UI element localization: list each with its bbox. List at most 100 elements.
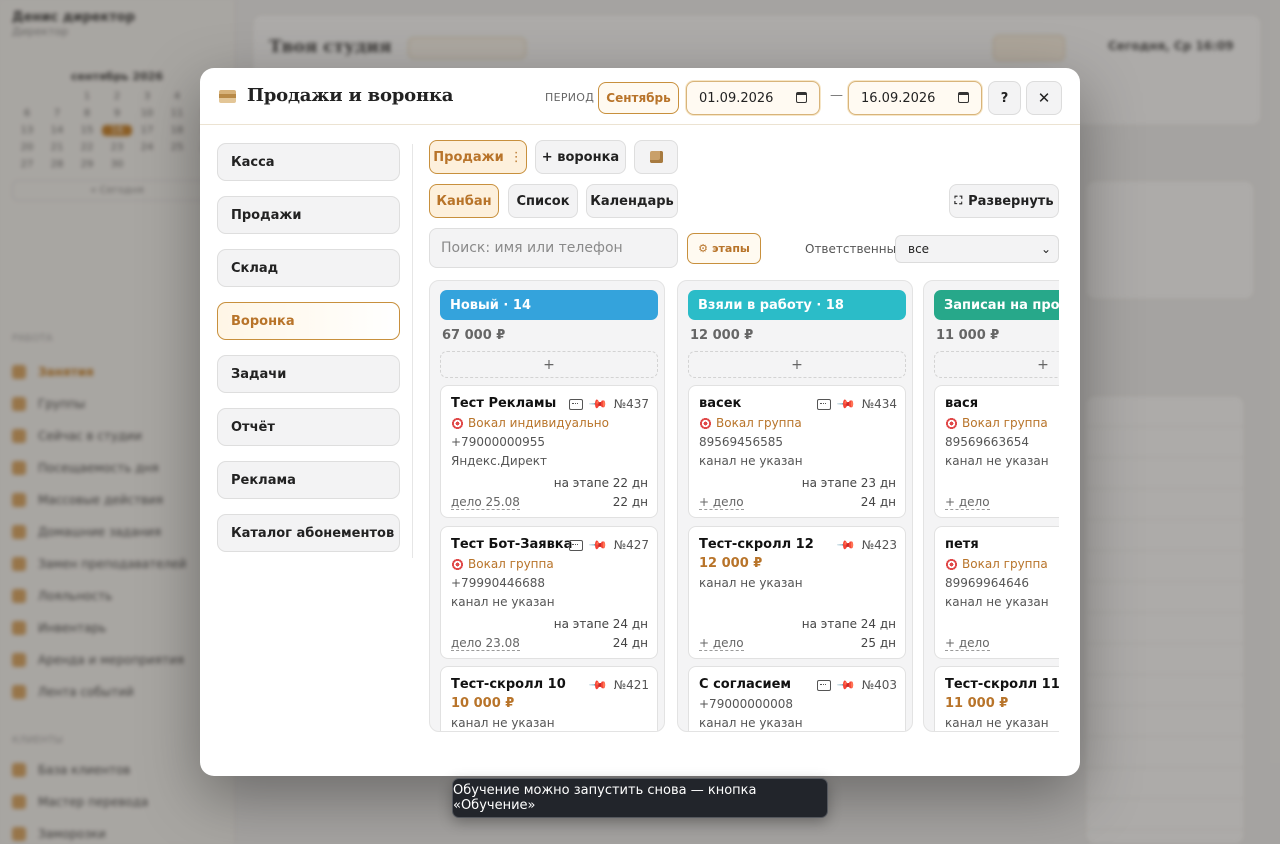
nav-item[interactable]: Склад <box>217 249 400 287</box>
expand-icon: ⛶ <box>954 194 963 207</box>
card-icons: 📌 №423 <box>836 535 897 555</box>
pin-icon[interactable]: 📌 <box>836 675 856 695</box>
nav-item[interactable]: Касса <box>217 143 400 181</box>
card-deal-link[interactable]: + дело <box>945 495 990 510</box>
card-channel: канал не указан <box>945 716 1049 730</box>
add-card-button[interactable]: + <box>688 351 906 378</box>
column-header[interactable]: Взяли в работу · 18 <box>688 290 906 320</box>
date-from-input[interactable]: 01.09.2026 <box>686 81 820 115</box>
date-from-value: 01.09.2026 <box>699 90 774 106</box>
course-label: Вокал группа <box>962 557 1048 571</box>
deal-card[interactable]: васек 📌 №434 Вокал группа 89569456585 канал н… <box>688 385 906 518</box>
card-channel: канал не указан <box>945 454 1049 468</box>
kanban-board[interactable]: Новый · 14 67 000 ₽ + Тест Рекламы 📌 №437 Вока… <box>429 280 1059 732</box>
modal-header: Продажи и воронка ПЕРИОД Сентябрь 01.09.… <box>200 68 1080 125</box>
column-header[interactable]: Записан на пробное <box>934 290 1059 320</box>
pipeline-select-button[interactable]: Продажи ⋮ <box>429 140 527 174</box>
view-calendar-tab[interactable]: Календарь <box>586 184 678 218</box>
card-name: Тест-скролл 11 <box>945 677 1059 692</box>
search-input[interactable]: Поиск: имя или телефон <box>429 228 678 268</box>
stages-button[interactable]: ⚙ этапы <box>687 233 761 264</box>
deal-card[interactable]: Тест-скролл 11 11 000 ₽ канал не указан <box>934 666 1059 731</box>
card-deal-link[interactable]: + дело <box>699 495 744 510</box>
pin-icon[interactable]: 📌 <box>836 394 856 414</box>
archive-button[interactable] <box>634 140 678 174</box>
pin-icon[interactable]: 📌 <box>588 535 608 555</box>
card-price: 11 000 ₽ <box>945 696 1009 711</box>
card-phone: 89569663654 <box>945 435 1029 449</box>
chat-icon[interactable] <box>568 398 583 410</box>
view-kanban-tab[interactable]: Канбан <box>429 184 499 218</box>
card-name: васек <box>699 396 742 411</box>
help-button[interactable]: ? <box>988 81 1021 115</box>
card-name: петя <box>945 537 979 552</box>
card-id: №427 <box>613 538 649 552</box>
chevron-down-icon: ⌄ <box>1040 242 1051 256</box>
card-name: Тест-скролл 12 <box>699 537 814 552</box>
nav-item[interactable]: Продажи <box>217 196 400 234</box>
more-vertical-icon[interactable]: ⋮ <box>510 150 523 165</box>
responsible-select[interactable]: все ⌄ <box>895 235 1059 263</box>
card-icons: 📌 №403 <box>816 675 897 695</box>
pipeline-label: Продажи <box>433 149 504 165</box>
expand-button[interactable]: ⛶ Развернуть <box>949 184 1059 218</box>
calendar-icon[interactable] <box>958 92 969 103</box>
add-pipeline-button[interactable]: + воронка <box>535 140 626 174</box>
card-id: №434 <box>861 397 897 411</box>
calendar-icon[interactable] <box>796 92 807 103</box>
pin-icon[interactable]: 📌 <box>588 675 608 695</box>
month-button[interactable]: Сентябрь <box>598 82 679 114</box>
chat-icon[interactable] <box>816 398 831 410</box>
stages-label: этапы <box>712 242 750 255</box>
nav-item[interactable]: Воронка <box>217 302 400 340</box>
deal-card[interactable]: Тест-скролл 10 📌 №421 10 000 ₽ канал не указ… <box>440 666 658 731</box>
card-channel: канал не указан <box>699 454 803 468</box>
deal-card[interactable]: петя Вокал группа 89969964646 канал не указ… <box>934 526 1059 659</box>
nav-item[interactable]: Задачи <box>217 355 400 393</box>
view-list-tab[interactable]: Список <box>508 184 578 218</box>
card-deal-link[interactable]: дело 25.08 <box>451 495 520 510</box>
pin-icon[interactable]: 📌 <box>588 394 608 414</box>
card-deal-link[interactable]: дело 23.08 <box>451 636 520 651</box>
card-name: вася <box>945 396 979 411</box>
deal-card[interactable]: вася Вокал группа 89569663654 канал не указ… <box>934 385 1059 518</box>
deal-card[interactable]: С согласием 📌 №403 +79000000008 канал не ука… <box>688 666 906 731</box>
card-id: №403 <box>861 678 897 692</box>
target-icon <box>699 416 712 430</box>
target-icon <box>945 557 958 571</box>
pin-icon[interactable]: 📌 <box>836 535 856 555</box>
card-name: Тест Бот-Заявка <box>451 537 573 552</box>
card-channel: Яндекс.Директ <box>451 454 547 468</box>
nav-item[interactable]: Отчёт <box>217 408 400 446</box>
card-stage-time: на этапе 24 дн <box>553 617 648 631</box>
card-id: №421 <box>613 678 649 692</box>
card-channel: канал не указан <box>699 716 803 730</box>
card-deal-link[interactable]: + дело <box>945 636 990 651</box>
card-age: 24 дн <box>612 636 648 650</box>
card-icons: 📌 №421 <box>588 675 649 695</box>
card-price: 12 000 ₽ <box>699 556 763 571</box>
add-card-button[interactable]: + <box>934 351 1059 378</box>
target-icon <box>451 416 464 430</box>
column-header[interactable]: Новый · 14 <box>440 290 658 320</box>
card-channel: канал не указан <box>945 595 1049 609</box>
gear-icon: ⚙ <box>698 242 708 255</box>
card-deal-link[interactable]: + дело <box>699 636 744 651</box>
date-to-input[interactable]: 16.09.2026 <box>848 81 982 115</box>
chat-icon[interactable] <box>816 679 831 691</box>
deal-card[interactable]: Тест Рекламы 📌 №437 Вокал индивидуально +790… <box>440 385 658 518</box>
course-label: Вокал группа <box>962 416 1048 430</box>
card-course: Вокал группа <box>945 557 1048 571</box>
nav-item[interactable]: Каталог абонементов <box>217 514 400 552</box>
card-price: 10 000 ₽ <box>451 696 515 711</box>
card-course: Вокал группа <box>699 416 802 430</box>
deal-card[interactable]: Тест Бот-Заявка 📌 №427 Вокал группа +7999044… <box>440 526 658 659</box>
deal-card[interactable]: Тест-скролл 12 📌 №423 12 000 ₽ канал не указ… <box>688 526 906 659</box>
card-phone: 89569456585 <box>699 435 783 449</box>
add-card-button[interactable]: + <box>440 351 658 378</box>
chat-icon[interactable] <box>568 539 583 551</box>
card-channel: канал не указан <box>699 576 803 590</box>
close-button[interactable]: ✕ <box>1026 81 1062 115</box>
card-stage-time: на этапе 24 дн <box>801 617 896 631</box>
nav-item[interactable]: Реклама <box>217 461 400 499</box>
